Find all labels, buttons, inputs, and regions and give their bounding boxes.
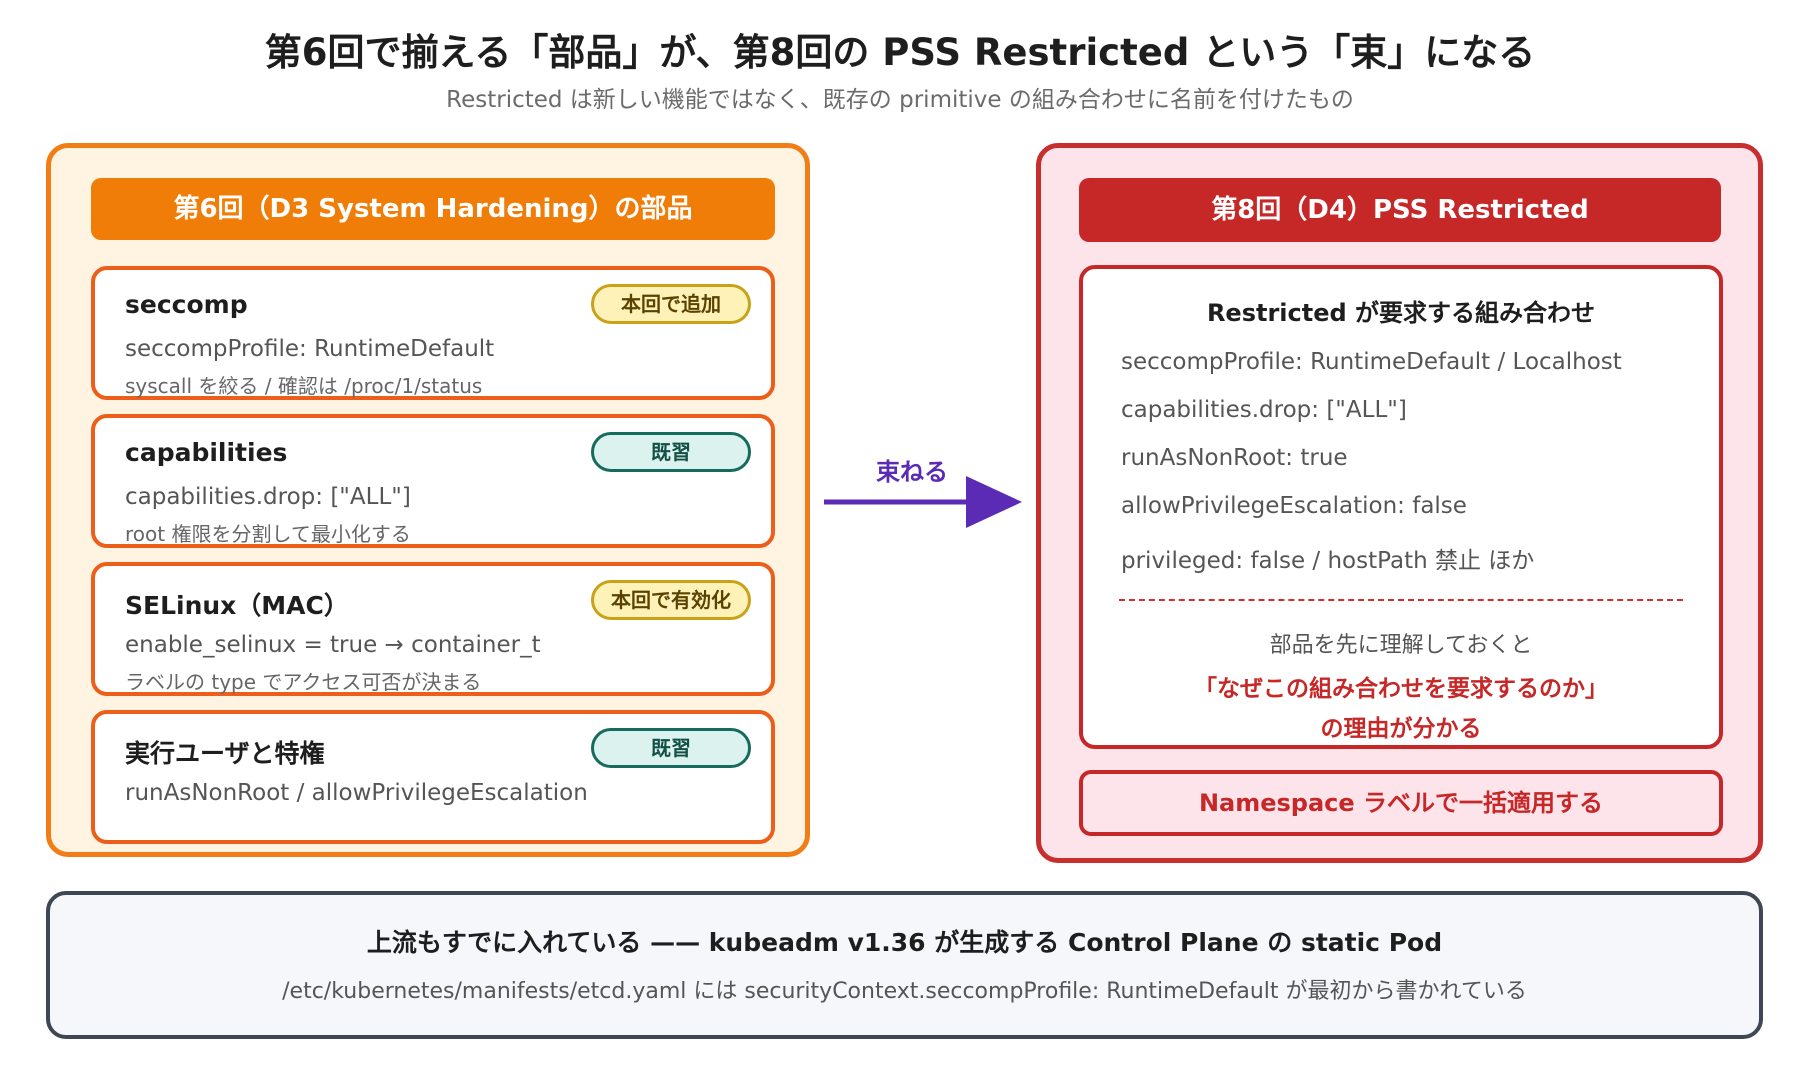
part-detail: enable_selinux = true → container_t [125, 632, 541, 658]
page-title: 第6回で揃える「部品」が、第8回の PSS Restricted という「束」に… [264, 31, 1536, 74]
upstream-note-text: /etc/kubernetes/manifests/etcd.yaml には s… [282, 979, 1527, 1004]
requirement-item: allowPrivilegeEscalation: false [1121, 493, 1467, 519]
upstream-note-title: 上流もすでに入れている —— kubeadm v1.36 が生成する Contr… [366, 928, 1443, 957]
requirement-item: capabilities.drop: ["ALL"] [1121, 397, 1407, 423]
upstream-note-panel: 上流もすでに入れている —— kubeadm v1.36 が生成する Contr… [46, 891, 1763, 1039]
part-badge: 既習 [591, 728, 751, 768]
part-title: seccomp [125, 290, 248, 319]
part-note: root 権限を分割して最小化する [125, 522, 411, 546]
requirement-item: runAsNonRoot: true [1121, 445, 1348, 471]
part-badge: 本回で有効化 [591, 580, 751, 620]
part-title: 実行ユーザと特権 [125, 739, 325, 768]
part-card-selinux: SELinux（MAC） 本回で有効化 enable_selinux = tru… [91, 562, 775, 696]
requirements-emphasis-reason: の理由が分かる [1320, 716, 1482, 742]
part-note: ラベルの type でアクセス可否が決まる [125, 670, 482, 694]
requirements-note: 部品を先に理解しておくと [1269, 633, 1533, 658]
part-card-capabilities: capabilities 既習 capabilities.drop: ["ALL… [91, 414, 775, 548]
part-badge: 本回で追加 [591, 284, 751, 324]
part-detail: capabilities.drop: ["ALL"] [125, 484, 411, 510]
part-detail: seccompProfile: RuntimeDefault [125, 336, 495, 362]
part-detail: runAsNonRoot / allowPrivilegeEscalation [125, 780, 588, 806]
requirements-title: Restricted が要求する組み合わせ [1206, 299, 1596, 327]
requirements-divider [1119, 599, 1683, 601]
restricted-panel-header: 第8回（D4）PSS Restricted [1079, 178, 1721, 242]
part-note: syscall を絞る / 確認は /proc/1/status [125, 374, 483, 398]
parts-panel: 第6回（D3 System Hardening）の部品 seccomp 本回で追… [46, 143, 810, 857]
part-card-seccomp: seccomp 本回で追加 seccompProfile: RuntimeDef… [91, 266, 775, 400]
requirements-card: Restricted が要求する組み合わせ seccompProfile: Ru… [1079, 265, 1723, 749]
bundle-arrow-icon [824, 476, 1022, 528]
requirements-emphasis: 「なぜこの組み合わせを要求するのか」 [1194, 676, 1608, 702]
part-title: SELinux（MAC） [125, 591, 349, 620]
part-title: capabilities [125, 438, 288, 467]
namespace-label-card: Namespace ラベルで一括適用する [1079, 770, 1723, 836]
requirement-item: privileged: false / hostPath 禁止 ほか [1121, 548, 1535, 574]
restricted-panel: 第8回（D4）PSS Restricted Restricted が要求する組み… [1036, 143, 1763, 863]
parts-panel-header: 第6回（D3 System Hardening）の部品 [91, 178, 775, 240]
requirement-item: seccompProfile: RuntimeDefault / Localho… [1121, 349, 1622, 375]
part-card-user-privilege: 実行ユーザと特権 既習 runAsNonRoot / allowPrivileg… [91, 710, 775, 844]
page-subtitle: Restricted は新しい機能ではなく、既存の primitive の組み合… [446, 87, 1354, 113]
part-badge: 既習 [591, 432, 751, 472]
